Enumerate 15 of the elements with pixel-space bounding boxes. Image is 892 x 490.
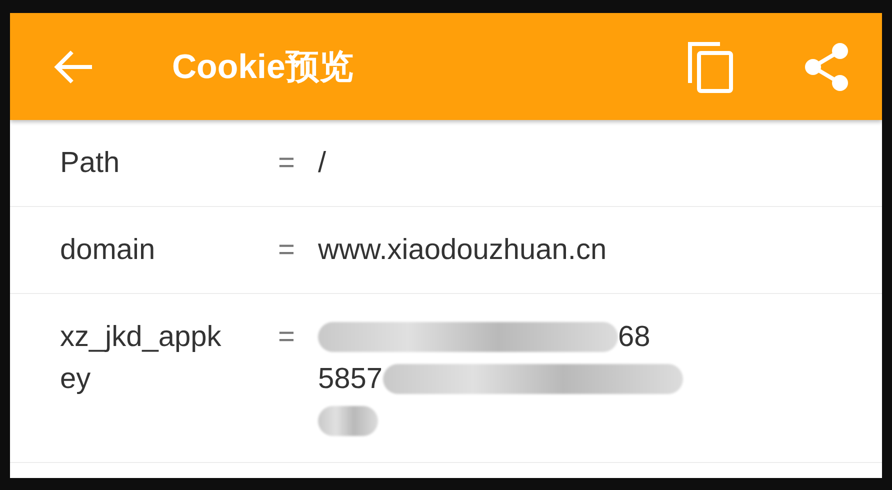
cookie-name: domain xyxy=(60,233,156,268)
copy-icon[interactable] xyxy=(686,40,734,92)
equals-sign: = xyxy=(278,233,296,268)
cookie-value: 68 xyxy=(618,320,650,355)
redaction-blur xyxy=(318,406,378,436)
cookie-name: Path xyxy=(60,146,121,181)
equals-sign: = xyxy=(278,146,296,181)
cookie-value: 5857 xyxy=(318,362,383,397)
back-icon[interactable] xyxy=(54,48,94,84)
cookie-name: xz_jkd_appk ey xyxy=(60,320,222,397)
share-icon[interactable] xyxy=(804,42,850,92)
cookie-value: www.xiaodouzhuan.cn xyxy=(318,233,607,268)
equals-sign: = xyxy=(278,320,296,355)
cookie-value: / xyxy=(318,146,326,181)
app-bar-title: Cookie预览 xyxy=(172,46,354,88)
